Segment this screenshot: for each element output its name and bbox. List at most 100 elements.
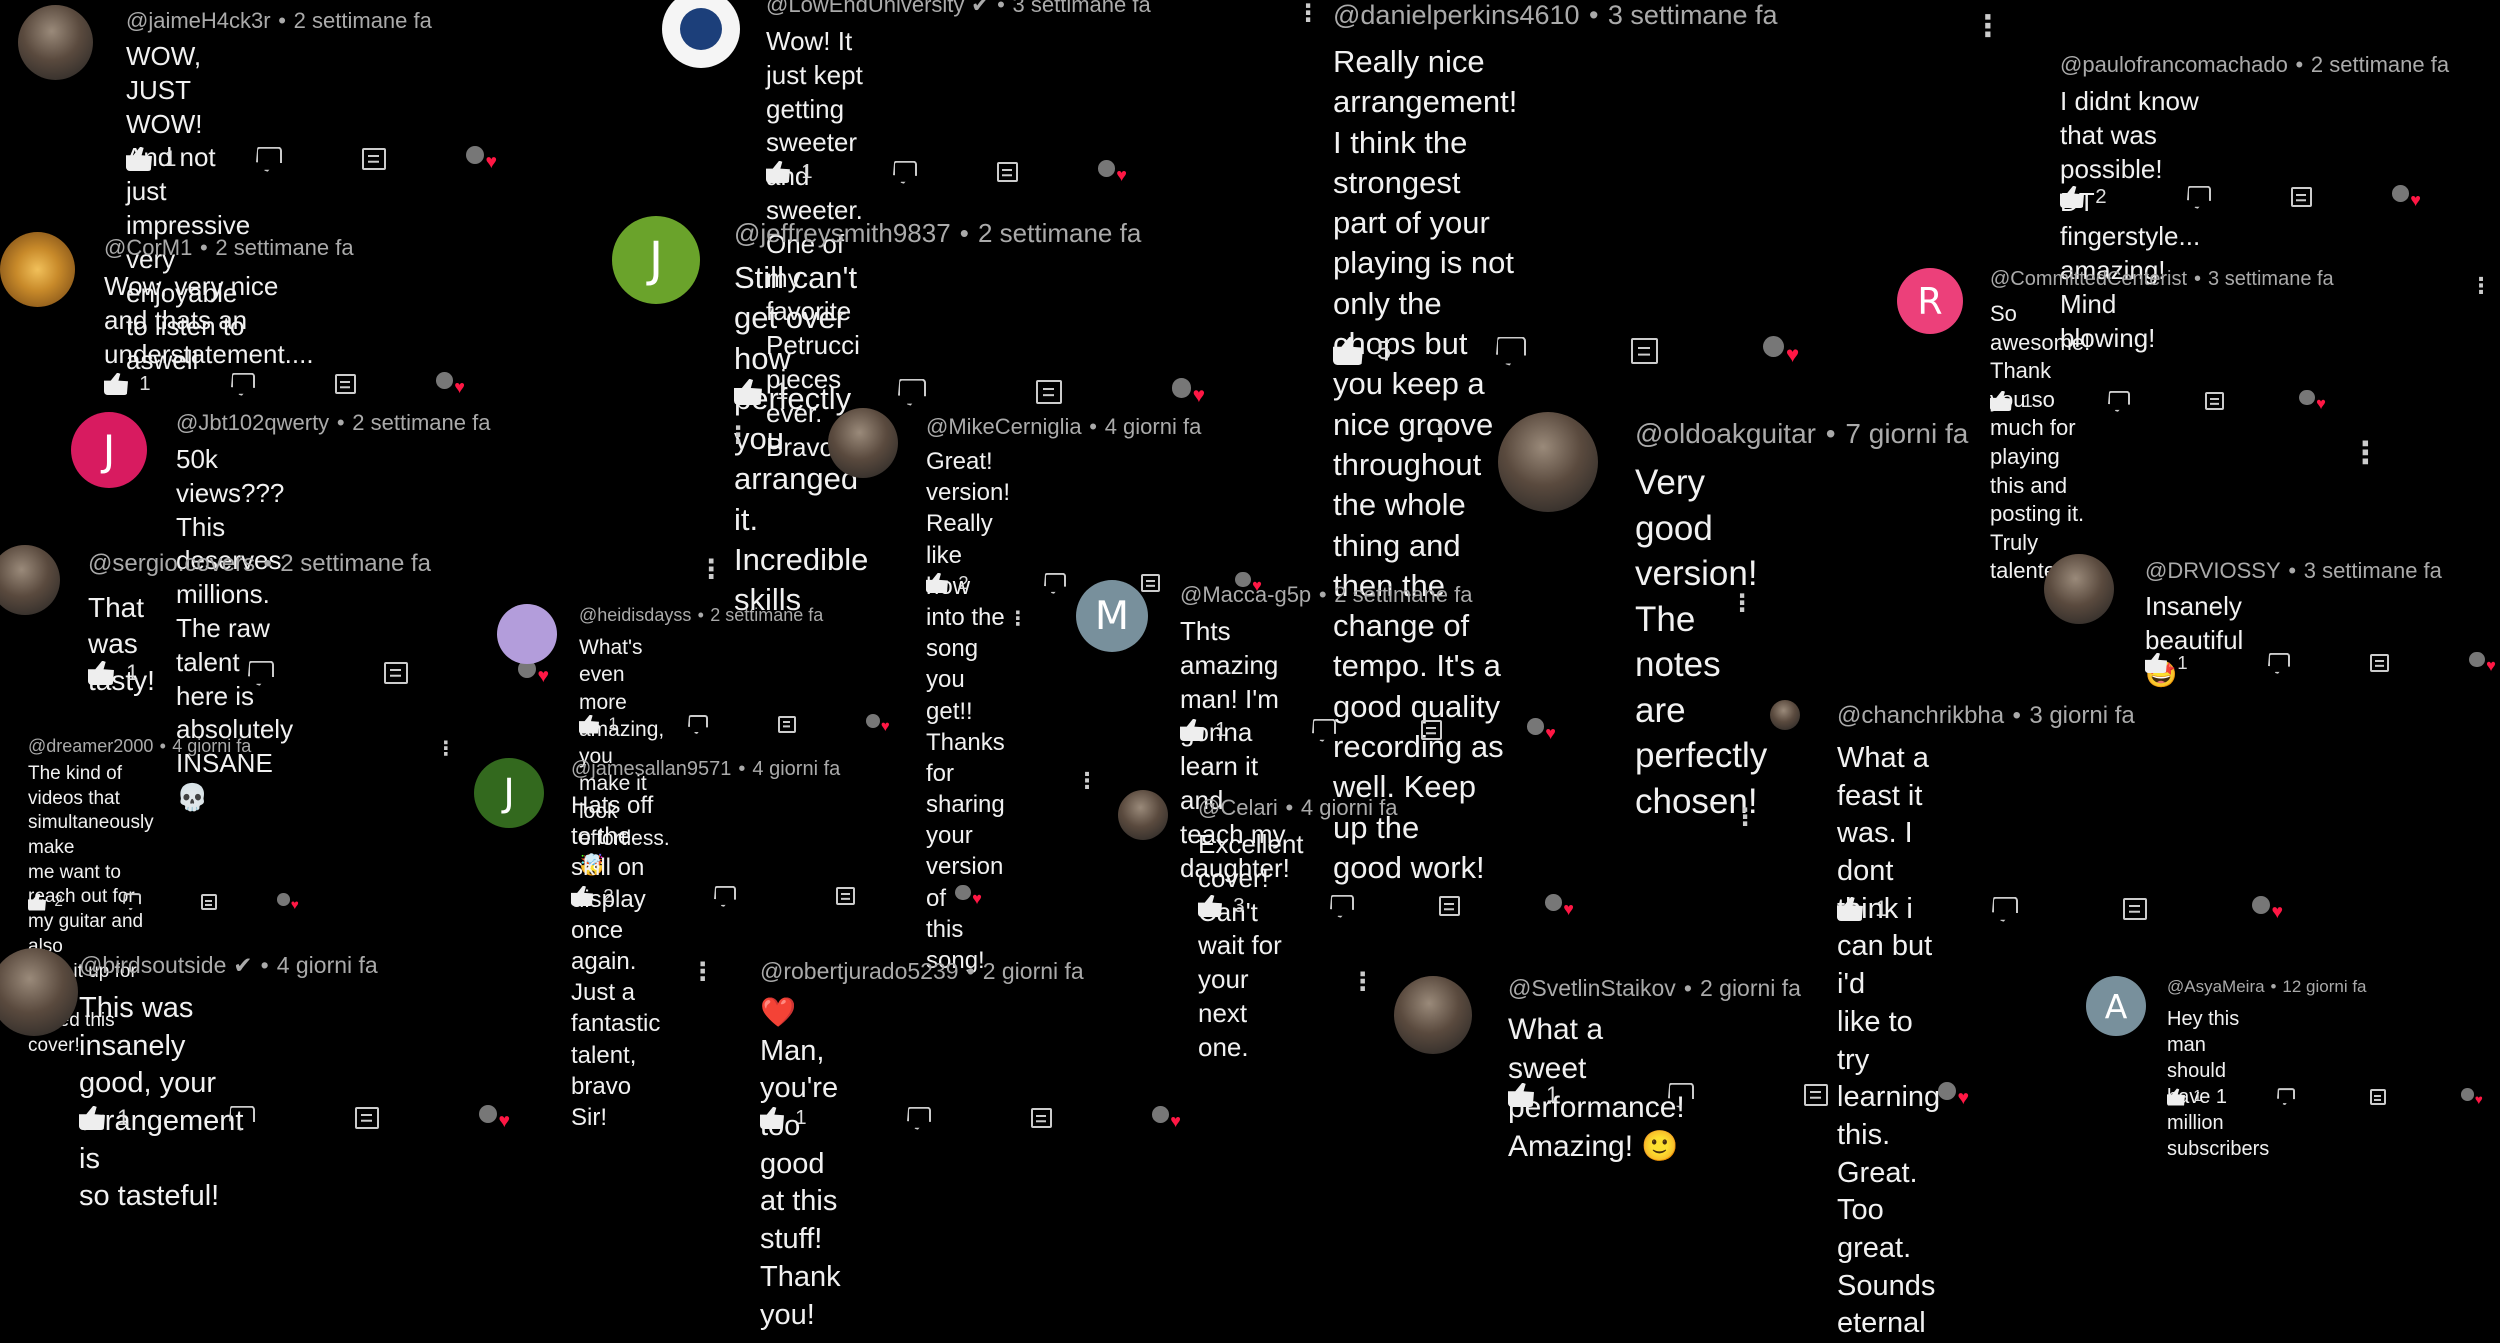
avatar[interactable]: M xyxy=(1076,580,1148,652)
like-button[interactable]: 1 xyxy=(79,1105,129,1131)
comment-timestamp[interactable]: 3 settimane fa xyxy=(2304,558,2442,583)
more-options-button[interactable]: ⋮ xyxy=(436,739,456,760)
comment-timestamp[interactable]: 4 giorni fa xyxy=(1105,414,1202,439)
dislike-button[interactable] xyxy=(2187,186,2211,209)
comment-author-handle[interactable]: @Jbt102qwerty xyxy=(176,410,329,435)
comment-timestamp[interactable]: 2 giorni fa xyxy=(983,958,1084,984)
comment-author-handle[interactable]: @CorM1 xyxy=(104,235,192,260)
reply-button[interactable] xyxy=(1420,719,1443,741)
reply-button[interactable] xyxy=(1438,895,1461,917)
avatar[interactable] xyxy=(662,0,740,68)
dislike-button[interactable] xyxy=(2277,1088,2295,1105)
comment-author-handle[interactable]: @MikeCerniglia xyxy=(926,414,1082,439)
comment-author-handle[interactable]: @oldoakguitar xyxy=(1635,418,1816,449)
more-options-button[interactable]: ⋮ xyxy=(1076,770,1098,792)
comment-timestamp[interactable]: 3 settimane fa xyxy=(1013,0,1151,17)
comment-timestamp[interactable]: 2 settimane fa xyxy=(294,8,432,33)
comment-timestamp[interactable]: 2 settimane fa xyxy=(710,605,823,625)
dislike-button[interactable] xyxy=(256,147,282,172)
reply-button[interactable] xyxy=(1804,1083,1828,1107)
comment-timestamp[interactable]: 4 giorni fa xyxy=(172,736,251,756)
dislike-button[interactable] xyxy=(231,373,255,396)
reply-button[interactable] xyxy=(2290,186,2313,208)
more-options-button[interactable]: ⋮ xyxy=(2470,275,2492,297)
avatar[interactable] xyxy=(1118,790,1168,840)
comment-author-handle[interactable]: @paulofrancomachado xyxy=(2060,52,2288,77)
reply-button[interactable] xyxy=(384,661,408,685)
like-button[interactable]: 5 xyxy=(1333,337,1391,366)
more-options-button[interactable]: ⋮ xyxy=(2350,437,2381,469)
comment-author-handle[interactable]: @robertjurado5239 xyxy=(760,958,959,984)
more-options-button[interactable]: ⋮ xyxy=(698,556,724,583)
comment-timestamp[interactable]: 2 settimane fa xyxy=(215,235,353,260)
comment-author-handle[interactable]: @Macca-g5p xyxy=(1180,582,1311,607)
dislike-button[interactable] xyxy=(248,661,274,686)
like-button[interactable]: 1 xyxy=(1990,390,2033,412)
comment-timestamp[interactable]: 12 giorni fa xyxy=(2282,977,2366,996)
more-options-button[interactable]: ⋮ xyxy=(1973,12,2003,42)
comment-timestamp[interactable]: 2 settimane fa xyxy=(280,550,431,577)
comment-timestamp[interactable]: 4 giorni fa xyxy=(752,758,840,780)
dislike-button[interactable] xyxy=(714,886,736,907)
dislike-button[interactable] xyxy=(2268,653,2290,674)
like-button[interactable]: 1 xyxy=(760,1107,807,1130)
comment-author-handle[interactable]: @heidisdayss xyxy=(579,605,691,625)
comment-timestamp[interactable]: 2 settimane fa xyxy=(352,410,490,435)
dislike-button[interactable] xyxy=(229,1106,255,1131)
comment-timestamp[interactable]: 3 giorni fa xyxy=(2029,702,2134,729)
like-button[interactable]: 3 xyxy=(1198,895,1245,918)
like-button[interactable]: 1 xyxy=(766,161,813,184)
comment-author-handle[interactable]: @chanchrikbha xyxy=(1837,702,2004,729)
like-button[interactable]: 1 xyxy=(579,714,618,734)
comment-author-handle[interactable]: @LowEndUniversity xyxy=(766,0,964,17)
comment-timestamp[interactable]: 3 settimane fa xyxy=(1608,0,1778,30)
reply-button[interactable] xyxy=(362,147,386,171)
avatar[interactable] xyxy=(1394,976,1472,1054)
reply-button[interactable] xyxy=(777,715,796,733)
dislike-button[interactable] xyxy=(893,161,917,184)
avatar[interactable] xyxy=(497,604,557,664)
reply-button[interactable] xyxy=(2369,1089,2387,1105)
comment-timestamp[interactable]: 2 giorni fa xyxy=(1700,975,1801,1001)
reply-button[interactable] xyxy=(1030,1107,1053,1129)
dislike-button[interactable] xyxy=(907,1107,931,1130)
avatar[interactable] xyxy=(0,232,75,307)
comment-timestamp[interactable]: 4 giorni fa xyxy=(277,952,378,978)
comment-author-handle[interactable]: @jeffreysmith9837 xyxy=(734,218,951,248)
dislike-button[interactable] xyxy=(1330,895,1354,918)
like-button[interactable]: 1 xyxy=(104,373,151,396)
comment-author-handle[interactable]: @Celari xyxy=(1198,795,1278,820)
reply-button[interactable] xyxy=(1631,338,1659,364)
avatar[interactable]: J xyxy=(71,412,147,488)
like-button[interactable]: 1 xyxy=(1837,896,1887,922)
like-button[interactable]: 2 xyxy=(926,572,969,594)
more-options-button[interactable]: ⋮ xyxy=(1350,969,1375,995)
comment-author-handle[interactable]: @birdsoutside xyxy=(79,952,226,978)
comment-author-handle[interactable]: @dreamer2000 xyxy=(28,736,153,756)
like-button[interactable]: 1 xyxy=(1508,1082,1558,1108)
comment-author-handle[interactable]: @jamesallan9571 xyxy=(571,758,731,780)
comment-author-handle[interactable]: @DRVIOSSY xyxy=(2145,558,2281,583)
comment-timestamp[interactable]: 2 settimane fa xyxy=(2311,52,2449,77)
comment-author-handle[interactable]: @sergio.covers xyxy=(88,550,255,577)
like-button[interactable]: 1 xyxy=(1180,719,1227,742)
avatar[interactable] xyxy=(1770,700,1800,730)
more-options-button[interactable]: ⋮ xyxy=(1733,805,1757,830)
more-options-button[interactable]: ⋮ xyxy=(690,959,715,985)
reply-button[interactable] xyxy=(2123,897,2147,921)
avatar[interactable]: J xyxy=(612,216,700,304)
comment-timestamp[interactable]: 4 giorni fa xyxy=(1301,795,1398,820)
like-button[interactable]: 1 xyxy=(734,378,788,406)
reply-button[interactable] xyxy=(2204,391,2225,411)
dislike-button[interactable] xyxy=(688,715,708,734)
comment-timestamp[interactable]: 2 settimane fa xyxy=(978,218,1141,248)
comment-timestamp[interactable]: 2 settimane fa xyxy=(1334,582,1472,607)
comment-author-handle[interactable]: @CommittedCenterist xyxy=(1990,268,2187,290)
avatar[interactable]: A xyxy=(2086,976,2146,1036)
avatar[interactable] xyxy=(828,408,898,478)
like-button[interactable]: 1 xyxy=(88,660,138,686)
like-button[interactable]: 2 xyxy=(28,893,63,911)
comment-author-handle[interactable]: @danielperkins4610 xyxy=(1333,0,1580,30)
reply-button[interactable] xyxy=(996,161,1019,183)
avatar[interactable]: J xyxy=(474,758,544,828)
